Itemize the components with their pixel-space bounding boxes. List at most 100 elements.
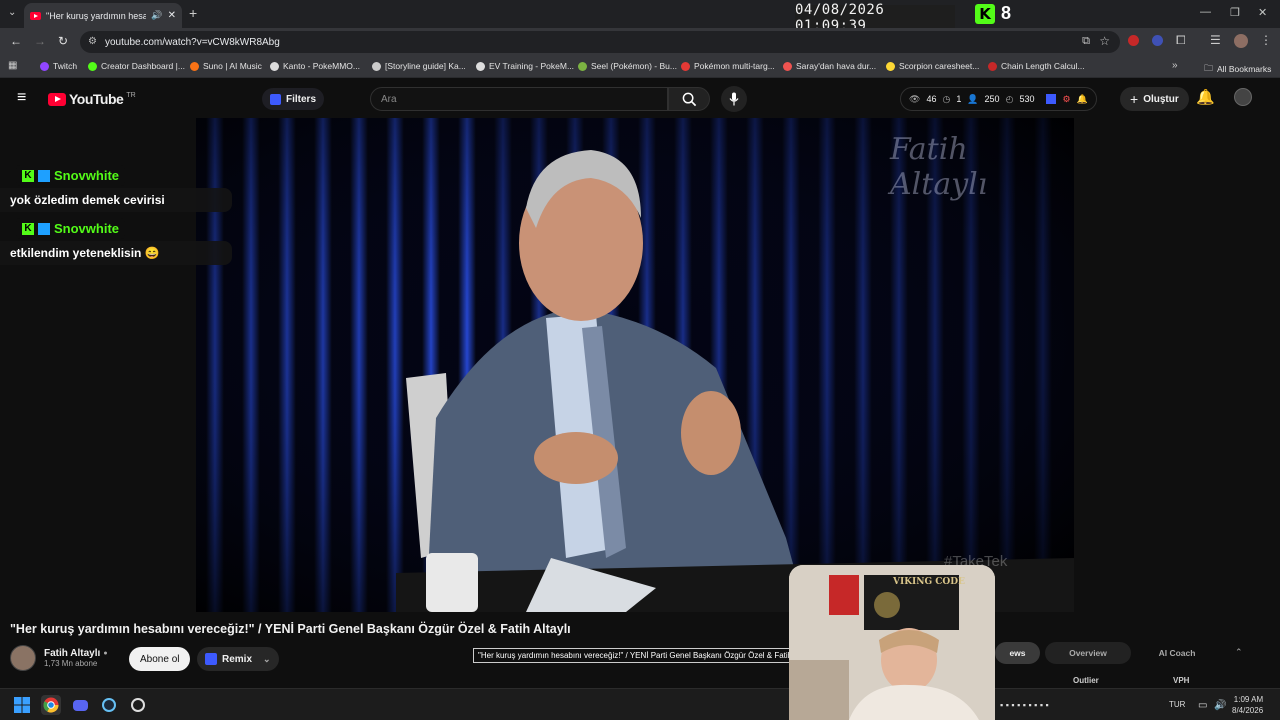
bookmark-item[interactable]: Pokémon multi-targ... (681, 61, 775, 71)
all-bookmarks-button[interactable]: 🗀 All Bookmarks (1204, 61, 1271, 77)
search-input[interactable]: Ara (370, 87, 668, 111)
bookmark-item[interactable]: Chain Length Calcul... (988, 61, 1085, 71)
volume-icon[interactable]: 🔊 (1214, 700, 1226, 711)
bookmark-label: Suno | AI Music (203, 61, 262, 71)
more-bookmarks-icon[interactable]: » (1172, 60, 1178, 71)
chat-text: etkilendim yeteneklisin 😄 (0, 241, 232, 265)
analytics-panel: ews Overview AI Coach ⌃ Outlier VPH (995, 640, 1255, 685)
chevron-down-icon[interactable]: ⌄ (263, 654, 271, 665)
extension-stats-bar[interactable]: 👁 46 ◷ 1 👤 250 ◴ 530 ⚙ 🔔 (900, 87, 1097, 111)
kick-badge-icon: K (22, 169, 34, 182)
bookmark-star-icon[interactable]: ☆ (1099, 34, 1110, 48)
chat-text: yok özledim demek cevirisi (0, 188, 232, 212)
profile-avatar[interactable] (1234, 34, 1248, 48)
bookmark-item[interactable]: Kanto - PokeMMO... (270, 61, 360, 71)
reload-icon[interactable]: ↻ (58, 34, 68, 48)
browser-tab-youtube[interactable]: "Her kuruş yardımın hesab 🔊 ✕ (24, 3, 182, 28)
bookmark-favicon-icon (988, 61, 997, 71)
subscribe-button[interactable]: Abone ol (129, 647, 191, 671)
extensions-puzzle-icon[interactable]: ⧠ (1176, 33, 1186, 48)
remix-button[interactable]: Remix ⌄ (197, 647, 279, 671)
hamburger-menu-icon[interactable]: ≡ (17, 89, 26, 107)
browser-menu-icon[interactable]: ⋮ (1260, 33, 1272, 47)
extension-logo-icon (1046, 94, 1057, 104)
bookmark-label: Kanto - PokeMMO... (283, 61, 360, 71)
site-info-icon[interactable]: ⚙ (88, 36, 97, 47)
bookmark-favicon-icon (372, 61, 381, 71)
reading-list-icon[interactable]: ☰ (1210, 33, 1221, 47)
close-window-icon[interactable]: ✕ (1258, 6, 1267, 19)
search-icon (682, 92, 696, 106)
windows-start-icon[interactable] (12, 695, 32, 715)
tab-close-icon[interactable]: ✕ (168, 10, 176, 21)
bell-alert-icon: 🔔 (1076, 93, 1088, 104)
search-placeholder: Ara (381, 93, 397, 105)
input-language[interactable]: TUR (1169, 700, 1185, 709)
chat-username: K Snovwhite (16, 218, 126, 239)
speaker-icon[interactable]: 🔊 (151, 10, 162, 21)
minimize-window-icon[interactable]: — (1200, 6, 1211, 18)
timer-icon: ◴ (1005, 93, 1014, 104)
bookmark-item[interactable]: EV Training - PokeM... (476, 61, 574, 71)
bookmark-label: Pokémon multi-targ... (694, 61, 775, 71)
youtube-favicon-icon (30, 11, 41, 20)
youtube-header: ≡ YouTube TR Filters Ara 👁 46 ◷ 1 👤 250 ◴ 53… (0, 78, 1280, 118)
tab-ai-coach[interactable]: AI Coach (1135, 642, 1219, 664)
bookmark-label: Twitch (53, 61, 78, 71)
kick-count-value: 8 (1001, 3, 1012, 23)
discord-taskbar-icon[interactable] (70, 695, 90, 715)
maximize-window-icon[interactable]: ❐ (1230, 6, 1240, 19)
all-bookmarks-label: All Bookmarks (1217, 64, 1272, 74)
notifications-bell-icon[interactable]: 🔔 (1196, 88, 1215, 106)
address-bar[interactable]: ⚙ youtube.com/watch?v=vCW8kWR8Abg ⧉ ☆ (80, 31, 1120, 53)
extension-red-icon[interactable] (1128, 35, 1139, 46)
video-player[interactable]: Fatih Altaylı #TakeTek (196, 118, 1074, 612)
bookmark-item[interactable]: Scorpion caresheet... (886, 61, 979, 71)
tab-views[interactable]: ews (995, 642, 1040, 664)
bookmark-label: Seel (Pokémon) - Bu... (591, 61, 677, 71)
bookmark-item[interactable]: Twitch (40, 61, 77, 71)
stat-views: 46 (926, 94, 937, 104)
create-button[interactable]: + Oluştur (1120, 87, 1189, 111)
account-avatar[interactable] (1234, 88, 1252, 106)
stream-chat-overlay: K Snovwhite yok özledim demek cevirisi K… (0, 165, 232, 271)
tray-icons[interactable]: ▪ ▪ ▪ ▪ ▪ ▪ ▪ ▪ ▪ (1000, 700, 1049, 710)
search-button[interactable] (668, 87, 710, 111)
webcam-overlay: VIKING CODE (789, 565, 995, 720)
bookmark-favicon-icon (681, 61, 690, 71)
channel-avatar[interactable] (10, 645, 36, 671)
back-icon[interactable]: ← (10, 34, 22, 48)
kick-viewer-count: K 8 (975, 3, 1011, 24)
tab-overview[interactable]: Overview (1045, 642, 1131, 664)
bookmark-item[interactable]: Saray'dan hava dur... (783, 61, 876, 71)
network-icon[interactable]: ▭ (1198, 700, 1207, 711)
create-label: Oluştur (1143, 93, 1179, 105)
system-clock[interactable]: 1:09 AM 8/4/2026 (1232, 694, 1263, 716)
bookmark-label: Saray'dan hava dur... (796, 61, 877, 71)
install-app-icon[interactable]: ⧉ (1082, 35, 1090, 48)
tab-list-chevron-icon[interactable]: ⌄ (8, 7, 16, 18)
forward-icon[interactable]: → (34, 34, 46, 48)
channel-watermark: Fatih Altaylı (890, 132, 988, 202)
channel-info[interactable]: Fatih Altaylı ● 1,73 Mn abone (10, 645, 108, 671)
bookmark-favicon-icon (270, 61, 279, 71)
bookmark-item[interactable]: [Storyline guide] Ka... (372, 61, 466, 71)
url-text: youtube.com/watch?v=vCW8kWR8Abg (105, 36, 280, 48)
obs-taskbar-icon[interactable] (128, 695, 148, 715)
voice-search-button[interactable] (721, 86, 747, 112)
extension-blue-icon[interactable] (1152, 35, 1163, 46)
bookmark-favicon-icon (886, 61, 895, 71)
bookmark-item[interactable]: Seel (Pokémon) - Bu... (578, 61, 677, 71)
collapse-chevron-icon[interactable]: ⌃ (1235, 647, 1243, 658)
clock-date: 8/4/2026 (1232, 706, 1264, 715)
youtube-logo[interactable]: YouTube TR (48, 91, 136, 107)
filters-button[interactable]: Filters (262, 88, 325, 110)
steam-taskbar-icon[interactable] (99, 695, 119, 715)
bookmark-item[interactable]: Suno | AI Music (190, 61, 262, 71)
new-tab-button[interactable]: + (189, 5, 197, 21)
bookmark-item[interactable]: Creator Dashboard |... (88, 61, 185, 71)
apps-grid-icon[interactable]: ▦ (8, 60, 17, 71)
chrome-taskbar-icon[interactable] (41, 695, 61, 715)
clock-time: 1:09 AM (1233, 695, 1264, 704)
channel-name[interactable]: Fatih Altaylı (44, 648, 100, 659)
